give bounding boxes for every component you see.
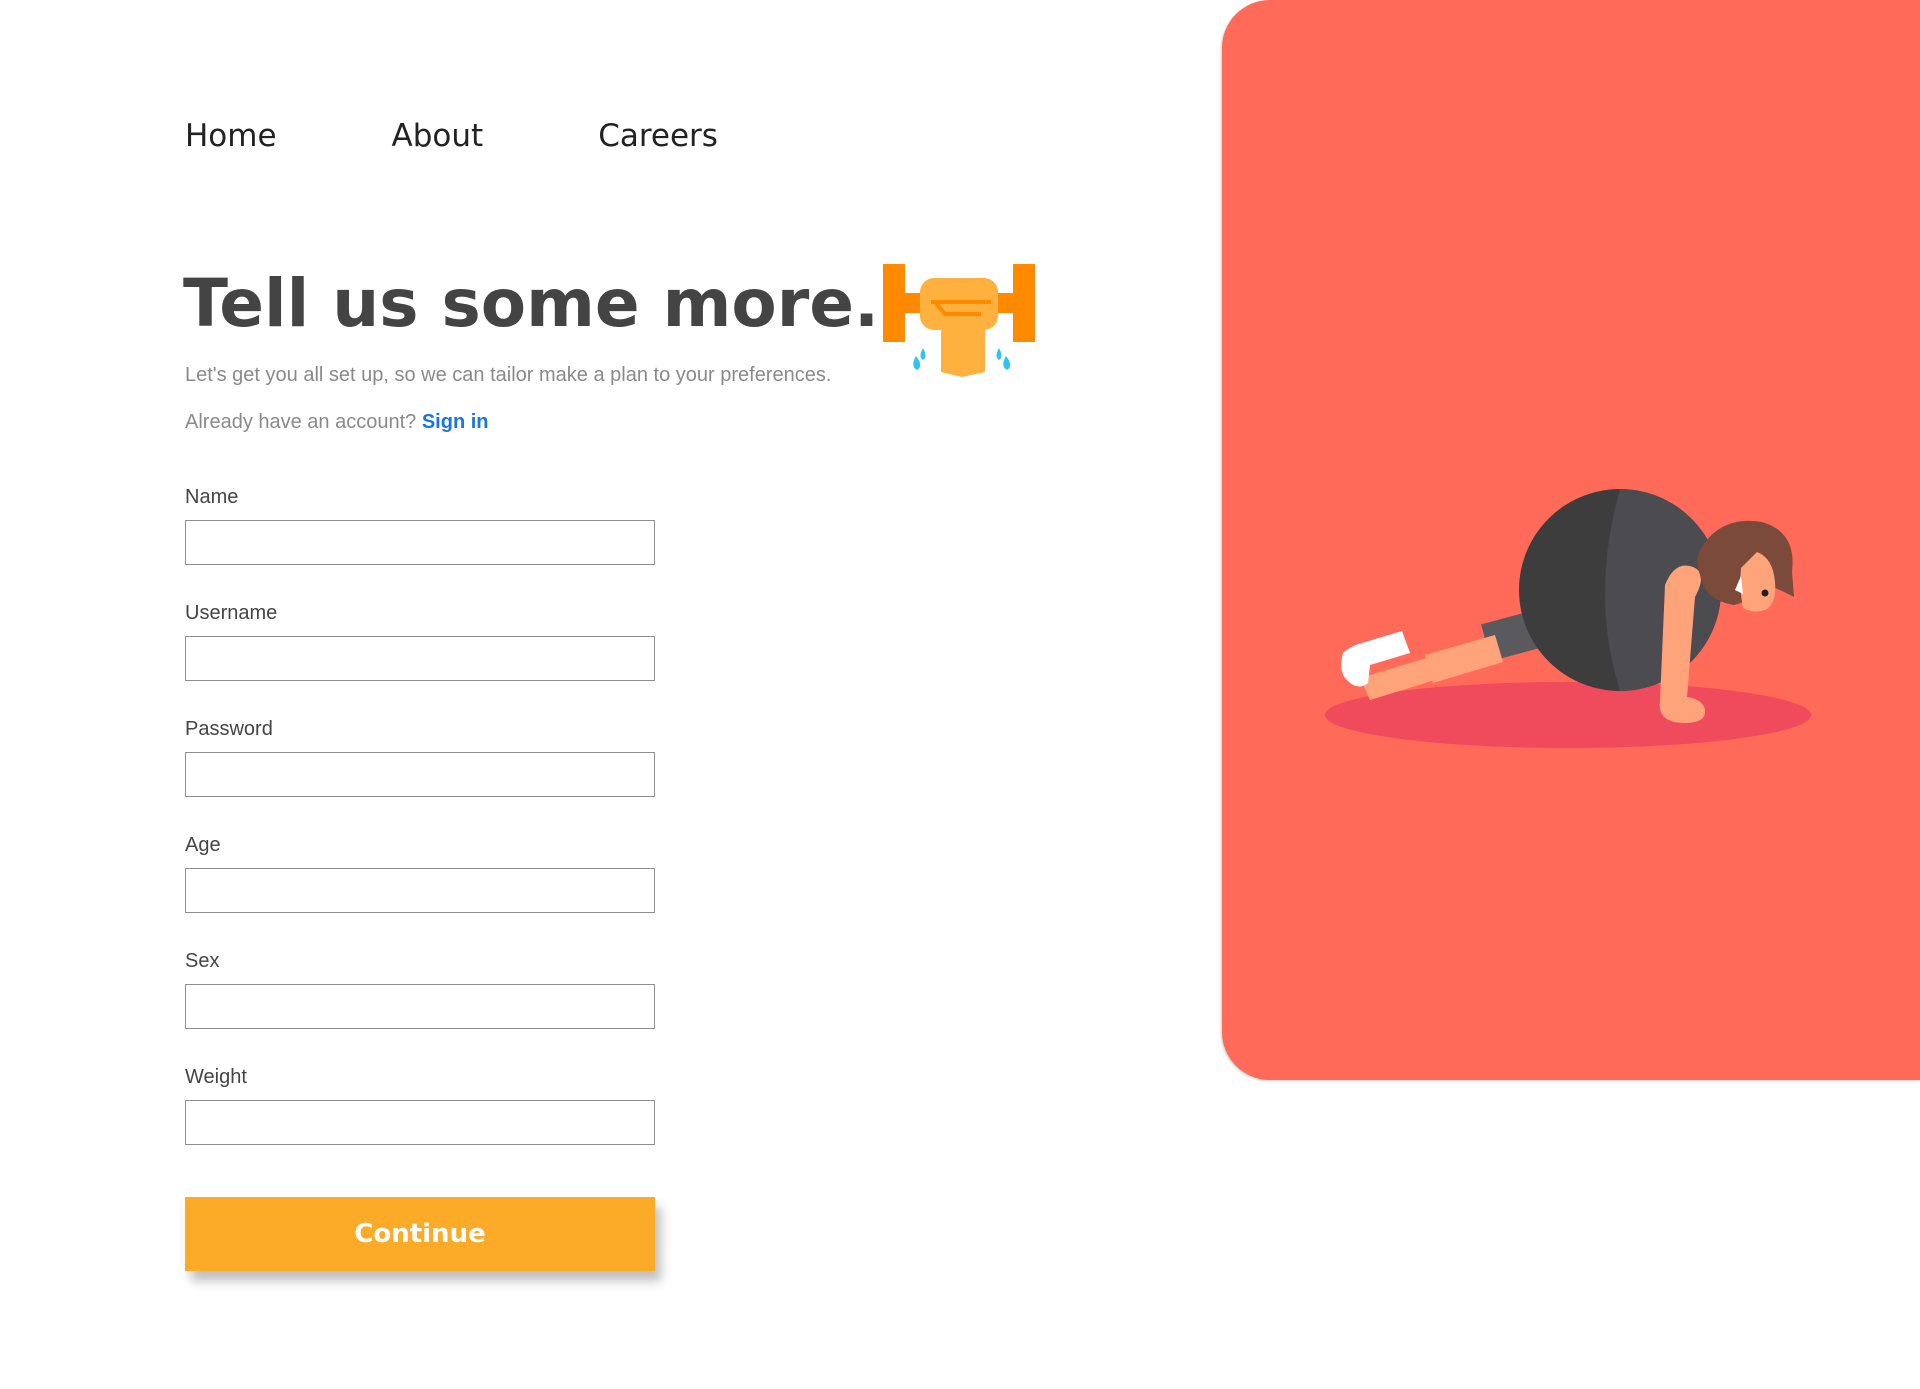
signin-link[interactable]: Sign in — [422, 411, 489, 433]
signup-page: Home About Careers Tell us some more.. L… — [0, 0, 1920, 1389]
dumbbell-icon — [883, 264, 1035, 377]
person-exercise-ball-illustration — [1325, 489, 1811, 748]
continue-button[interactable]: Continue — [185, 1197, 655, 1271]
username-field: Username — [185, 602, 655, 681]
nav-careers-link[interactable]: Careers — [598, 118, 718, 154]
nav-about-link[interactable]: About — [392, 118, 484, 154]
weight-input[interactable] — [185, 1100, 655, 1145]
sex-label: Sex — [185, 950, 220, 972]
top-nav: Home About Careers — [185, 118, 718, 154]
username-label: Username — [185, 602, 278, 624]
password-field: Password — [185, 718, 655, 797]
age-label: Age — [185, 834, 221, 856]
name-field: Name — [185, 486, 655, 565]
name-label: Name — [185, 486, 239, 508]
password-input[interactable] — [185, 752, 655, 797]
name-input[interactable] — [185, 520, 655, 565]
sex-input[interactable] — [185, 984, 655, 1029]
account-prompt-text: Already have an account? — [185, 411, 417, 433]
weight-field: Weight — [185, 1066, 655, 1145]
age-field: Age — [185, 834, 655, 913]
age-input[interactable] — [185, 868, 655, 913]
username-input[interactable] — [185, 636, 655, 681]
signin-prompt: Already have an account? Sign in — [185, 411, 489, 434]
password-label: Password — [185, 718, 273, 740]
weight-label: Weight — [185, 1066, 247, 1088]
page-title: Tell us some more.. — [183, 265, 905, 342]
signup-form: Name Username Password Age Sex Weight — [185, 486, 655, 1182]
sex-field: Sex — [185, 950, 655, 1029]
page-subtitle: Let's get you all set up, so we can tail… — [185, 364, 832, 386]
nav-home-link[interactable]: Home — [185, 118, 277, 154]
